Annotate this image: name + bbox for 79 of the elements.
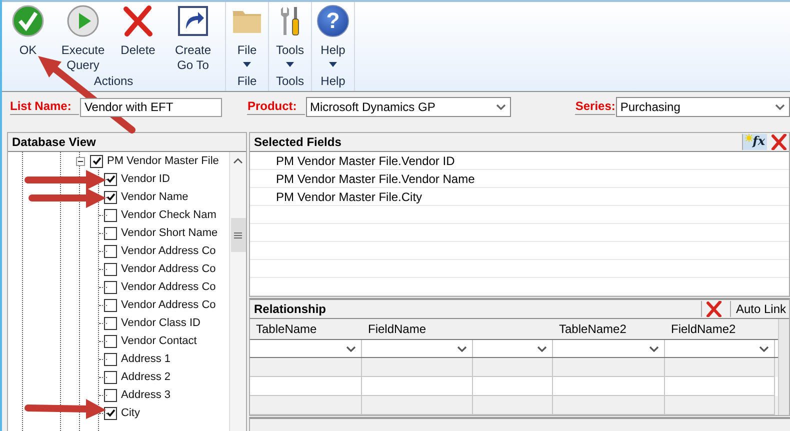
list-item[interactable]: PM Vendor Master File.City: [276, 190, 422, 204]
help-icon: ?: [317, 5, 349, 37]
list-item[interactable]: PM Vendor Master File.Vendor Name: [276, 172, 475, 186]
checkbox[interactable]: [104, 190, 117, 204]
checkbox[interactable]: [104, 208, 117, 222]
play-icon: [67, 5, 99, 37]
tree-item[interactable]: Address 2: [121, 371, 171, 383]
checkbox[interactable]: [90, 154, 103, 168]
auto-link-button[interactable]: Auto Link: [730, 300, 789, 318]
checkbox[interactable]: [104, 370, 117, 384]
tree-item[interactable]: Vendor Address Co: [121, 281, 216, 293]
grip-icon: [234, 232, 242, 238]
dropdown[interactable]: Microsoft Dynamics GP: [306, 97, 512, 117]
tree-item[interactable]: Vendor Name: [121, 191, 188, 203]
column-header: TableName2: [559, 322, 626, 336]
column-header: TableName: [256, 322, 317, 336]
field-label: Product:: [247, 99, 305, 115]
chevron-icon: [537, 346, 547, 352]
ribbon-button[interactable]: Create Go To: [164, 2, 222, 73]
tree-item[interactable]: City: [121, 407, 140, 419]
column-header: FieldName2: [671, 322, 736, 336]
tree-item[interactable]: Address 1: [121, 353, 171, 365]
collapse-icon[interactable]: [76, 156, 85, 166]
scrollbar[interactable]: [778, 319, 789, 416]
checkbox[interactable]: [104, 262, 117, 276]
column-header: FieldName: [368, 322, 426, 336]
sparkle-icon: [744, 134, 753, 142]
ribbon-button[interactable]: ? Help: [315, 2, 351, 67]
chevron-icon: [775, 104, 786, 110]
checkbox[interactable]: [104, 172, 117, 186]
formula-button[interactable]: fx: [742, 134, 767, 150]
ribbon-button[interactable]: Execute Query: [54, 2, 112, 73]
group-label: File: [237, 74, 257, 88]
delete-icon[interactable]: [771, 134, 787, 150]
tree-item[interactable]: PM Vendor Master File: [107, 155, 219, 167]
dropdown[interactable]: Purchasing: [616, 97, 790, 117]
checkbox[interactable]: [104, 388, 117, 402]
checkbox[interactable]: [104, 316, 117, 330]
delete-icon: [122, 5, 154, 37]
panel-title: Selected Fields: [254, 134, 342, 151]
checkbox[interactable]: [104, 226, 117, 240]
group-label: Actions: [94, 74, 134, 88]
tree-item[interactable]: Vendor ID: [121, 173, 170, 185]
input-field[interactable]: Vendor with EFT: [80, 98, 222, 116]
tree-item[interactable]: Vendor Short Name: [121, 227, 218, 239]
tree-item[interactable]: Vendor Contact: [121, 335, 197, 347]
tree-item[interactable]: Vendor Address Co: [121, 299, 216, 311]
scrollbar[interactable]: [229, 152, 246, 431]
ribbon-button[interactable]: Delete: [118, 2, 158, 73]
checkbox[interactable]: [104, 406, 117, 420]
checkbox[interactable]: [104, 298, 117, 312]
ribbon-button[interactable]: Tools: [272, 2, 308, 67]
delete-icon[interactable]: [706, 301, 722, 318]
scroll-thumb[interactable]: [230, 218, 246, 252]
checkbox[interactable]: [104, 280, 117, 294]
field-label: List Name:: [10, 99, 80, 115]
ribbon-button[interactable]: File: [229, 2, 265, 67]
group-label: Help: [320, 74, 346, 88]
panel-title: Database View: [8, 133, 246, 152]
list-item[interactable]: PM Vendor Master File.Vendor ID: [276, 154, 455, 168]
checkbox[interactable]: [104, 334, 117, 348]
field-label: Series:: [575, 99, 616, 115]
ribbon-button[interactable]: OK: [8, 2, 48, 73]
shortcut-icon: [177, 5, 209, 37]
checkbox[interactable]: [104, 352, 117, 366]
chevron-icon: [496, 104, 506, 110]
tree-item[interactable]: Vendor Class ID: [121, 317, 200, 329]
tree-item[interactable]: Vendor Address Co: [121, 245, 216, 257]
tree-item[interactable]: Vendor Address Co: [121, 263, 216, 275]
checkbox[interactable]: [104, 244, 117, 258]
panel-title: Relationship: [254, 301, 326, 318]
chevron-icon: [457, 346, 467, 352]
chevron-icon: [346, 346, 356, 352]
tree-item[interactable]: Vendor Check Nam: [121, 209, 216, 221]
tree-item[interactable]: Address 3: [121, 389, 171, 401]
chevron-icon: [759, 346, 769, 352]
checkmark-icon: [12, 5, 44, 37]
chevron-icon: [649, 346, 659, 352]
group-label: Tools: [276, 74, 304, 88]
